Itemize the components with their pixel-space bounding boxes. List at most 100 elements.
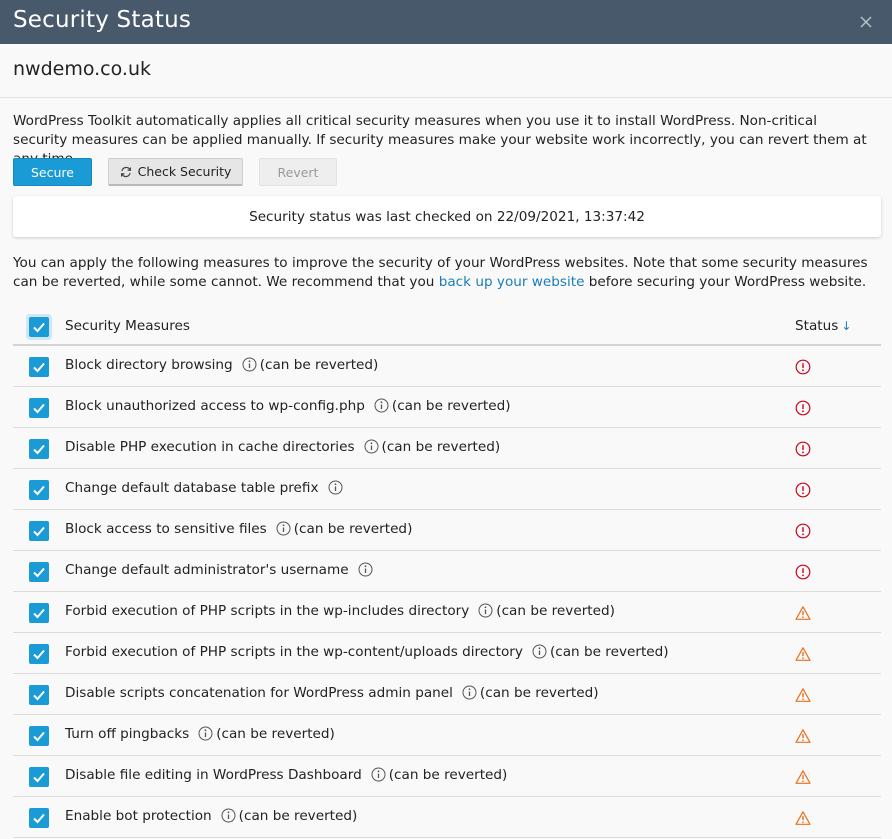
critical-status-icon[interactable] — [795, 482, 811, 498]
check-security-button[interactable]: Check Security — [108, 158, 243, 186]
check-icon — [33, 772, 45, 783]
measure-label: Disable file editing in WordPress Dashbo… — [65, 767, 507, 786]
table-row[interactable]: Change default administrator's username — [13, 551, 881, 592]
last-checked-status: Security status was last checked on 22/0… — [13, 196, 881, 237]
refresh-icon — [120, 166, 131, 177]
header-status-sort[interactable]: Status ↓ — [795, 318, 851, 334]
check-icon — [33, 649, 45, 660]
warning-status-icon[interactable] — [795, 646, 811, 662]
table-row[interactable]: Turn off pingbacks (can be reverted) — [13, 715, 881, 756]
critical-status-icon[interactable] — [795, 359, 811, 375]
table-row[interactable]: Disable scripts concatenation for WordPr… — [13, 674, 881, 715]
check-icon — [33, 813, 45, 824]
row-checkbox[interactable] — [29, 603, 49, 623]
row-checkbox[interactable] — [29, 767, 49, 787]
measure-name: Disable PHP execution in cache directori… — [65, 439, 355, 455]
site-name: nwdemo.co.uk — [13, 58, 151, 80]
revert-button[interactable]: Revert — [259, 158, 337, 186]
measure-name: Block unauthorized access to wp-config.p… — [65, 398, 365, 414]
revertible-note: (can be reverted) — [381, 439, 501, 455]
table-body: Block directory browsing (can be reverted… — [13, 346, 881, 838]
revertible-note: (can be reverted) — [479, 685, 599, 701]
info-icon[interactable] — [198, 726, 213, 745]
row-checkbox[interactable] — [29, 398, 49, 418]
measure-name: Disable file editing in WordPress Dashbo… — [65, 767, 362, 783]
revert-button-label: Revert — [277, 164, 319, 180]
check-icon — [33, 485, 45, 496]
table-row[interactable]: Enable bot protection (can be reverted) — [13, 797, 881, 838]
row-checkbox[interactable] — [29, 562, 49, 582]
info-icon[interactable] — [364, 439, 379, 458]
secure-button[interactable]: Secure — [13, 158, 92, 186]
row-checkbox[interactable] — [29, 439, 49, 459]
measure-label: Forbid execution of PHP scripts in the w… — [65, 603, 615, 622]
row-checkbox[interactable] — [29, 521, 49, 541]
info-icon[interactable] — [478, 603, 493, 622]
check-icon — [33, 608, 45, 619]
measure-name: Turn off pingbacks — [65, 726, 190, 742]
note-text-after: before securing your WordPress website. — [584, 274, 867, 290]
measure-label: Block access to sensitive files (can be r… — [65, 521, 412, 540]
measure-label: Disable scripts concatenation for WordPr… — [65, 685, 599, 704]
table-row[interactable]: Disable PHP execution in cache directori… — [13, 428, 881, 469]
critical-status-icon[interactable] — [795, 523, 811, 539]
backup-link[interactable]: back up your website — [439, 274, 585, 290]
check-security-label: Check Security — [137, 164, 232, 179]
measure-name: Disable scripts concatenation for WordPr… — [65, 685, 453, 701]
table-row[interactable]: Block directory browsing (can be reverted… — [13, 346, 881, 387]
measure-label: Block unauthorized access to wp-config.p… — [65, 398, 511, 417]
check-icon — [33, 362, 45, 373]
table-row[interactable]: Change default database table prefix — [13, 469, 881, 510]
measure-name: Forbid execution of PHP scripts in the w… — [65, 644, 523, 660]
info-icon[interactable] — [371, 767, 386, 786]
select-all-checkbox[interactable] — [26, 314, 52, 340]
info-icon[interactable] — [462, 685, 477, 704]
warning-status-icon[interactable] — [795, 769, 811, 785]
close-icon[interactable] — [856, 12, 876, 32]
row-checkbox[interactable] — [29, 808, 49, 828]
measure-label: Change default database table prefix — [65, 480, 346, 499]
measure-name: Change default administrator's username — [65, 562, 349, 578]
warning-status-icon[interactable] — [795, 605, 811, 621]
warning-status-icon[interactable] — [795, 687, 811, 703]
revertible-note: (can be reverted) — [293, 521, 413, 537]
warning-status-icon[interactable] — [795, 810, 811, 826]
table-row[interactable]: Block access to sensitive files (can be r… — [13, 510, 881, 551]
table-row[interactable]: Forbid execution of PHP scripts in the w… — [13, 592, 881, 633]
warning-status-icon[interactable] — [795, 728, 811, 744]
dialog-title: Security Status — [13, 7, 192, 33]
row-checkbox[interactable] — [29, 480, 49, 500]
last-checked-text: Security status was last checked on 22/0… — [249, 208, 645, 225]
critical-status-icon[interactable] — [795, 564, 811, 580]
check-icon — [33, 444, 45, 455]
info-icon[interactable] — [328, 480, 343, 499]
revertible-note: (can be reverted) — [388, 767, 508, 783]
table-header: Security Measures Status ↓ — [13, 306, 881, 346]
info-icon[interactable] — [532, 644, 547, 663]
measure-name: Forbid execution of PHP scripts in the w… — [65, 603, 470, 619]
critical-status-icon[interactable] — [795, 441, 811, 457]
check-icon — [33, 690, 45, 701]
measure-label: Block directory browsing (can be reverted… — [65, 357, 378, 376]
security-measures-table: Security Measures Status ↓ Block director… — [13, 306, 881, 838]
header-status-label: Status — [795, 318, 839, 334]
info-icon[interactable] — [221, 808, 236, 827]
info-icon[interactable] — [374, 398, 389, 417]
info-icon[interactable] — [242, 357, 257, 376]
row-checkbox[interactable] — [29, 685, 49, 705]
table-row[interactable]: Block unauthorized access to wp-config.p… — [13, 387, 881, 428]
revertible-note: (can be reverted) — [259, 357, 379, 373]
row-checkbox[interactable] — [29, 644, 49, 664]
header-security-measures: Security Measures — [65, 318, 190, 334]
info-icon[interactable] — [276, 521, 291, 540]
measure-label: Enable bot protection (can be reverted) — [65, 808, 357, 827]
row-checkbox[interactable] — [29, 357, 49, 377]
revertible-note: (can be reverted) — [238, 808, 358, 824]
row-checkbox[interactable] — [29, 726, 49, 746]
table-row[interactable]: Forbid execution of PHP scripts in the w… — [13, 633, 881, 674]
revertible-note: (can be reverted) — [391, 398, 511, 414]
critical-status-icon[interactable] — [795, 400, 811, 416]
measures-note: You can apply the following measures to … — [13, 254, 881, 292]
table-row[interactable]: Disable file editing in WordPress Dashbo… — [13, 756, 881, 797]
info-icon[interactable] — [358, 562, 373, 581]
